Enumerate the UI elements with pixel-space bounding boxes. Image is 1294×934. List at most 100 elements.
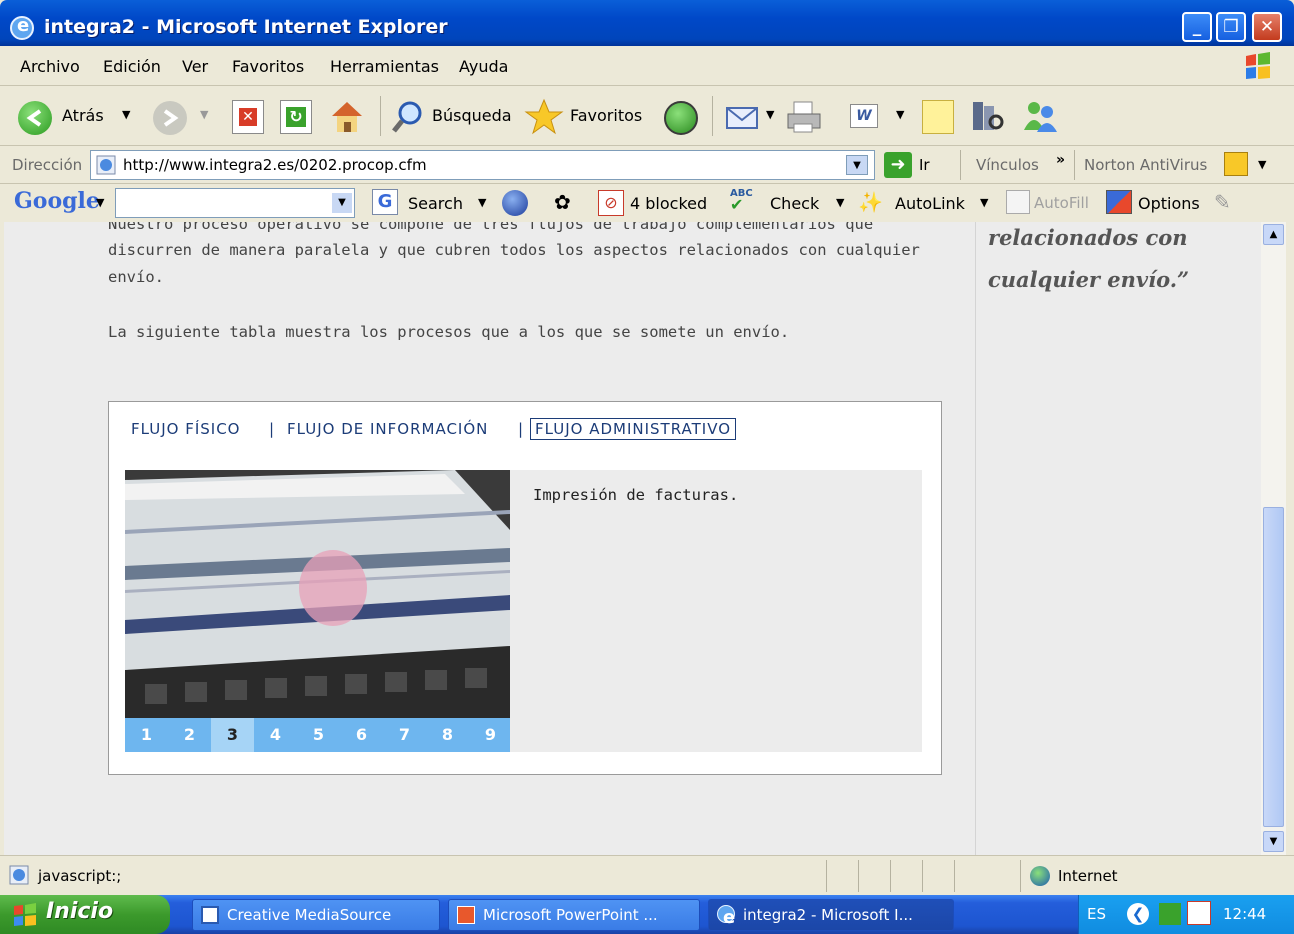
page-button-6[interactable]: 6 xyxy=(340,718,383,752)
tab-flujo-administrativo[interactable]: FLUJO ADMINISTRATIVO xyxy=(530,418,737,440)
page-button-3[interactable]: 3 xyxy=(211,718,254,752)
scroll-thumb[interactable] xyxy=(1263,507,1284,827)
google-logo[interactable]: Google xyxy=(14,188,100,214)
scroll-down-arrow-icon[interactable]: ▼ xyxy=(1263,831,1284,852)
refresh-icon[interactable]: ↻ xyxy=(280,100,312,134)
chevron-down-icon[interactable]: ▼ xyxy=(896,108,904,121)
page-button-4[interactable]: 4 xyxy=(254,718,297,752)
spellcheck-icon[interactable]: ABC ✔ xyxy=(730,188,758,216)
separator xyxy=(858,860,859,892)
google-search-button[interactable]: Search xyxy=(408,194,463,213)
chevron-down-icon[interactable]: ▼ xyxy=(200,108,208,121)
page-button-9[interactable]: 9 xyxy=(469,718,512,752)
menu-favoritos[interactable]: Favoritos xyxy=(232,57,304,76)
go-label[interactable]: Ir xyxy=(919,156,930,174)
forward-arrow-icon[interactable] xyxy=(153,101,187,135)
network-icon[interactable] xyxy=(1159,903,1181,925)
page-button-5[interactable]: 5 xyxy=(297,718,340,752)
page-content: Nuestro proceso operativo se compone de … xyxy=(4,222,1261,855)
page-icon xyxy=(95,154,117,176)
back-label[interactable]: Atrás xyxy=(62,106,104,125)
scroll-up-arrow-icon[interactable]: ▲ xyxy=(1263,224,1284,245)
norton-icon[interactable] xyxy=(1224,152,1248,176)
favorites-label[interactable]: Favoritos xyxy=(570,106,642,125)
pencil-icon[interactable]: ✎ xyxy=(1214,190,1231,214)
title-bar[interactable]: integra2 - Microsoft Internet Explorer _… xyxy=(0,0,1294,46)
separator xyxy=(826,860,827,892)
task-creative-mediasource[interactable]: Creative MediaSource xyxy=(192,899,440,931)
autolink-button[interactable]: AutoLink xyxy=(895,194,965,213)
menu-edicion[interactable]: Edición xyxy=(103,57,161,76)
messenger-icon[interactable] xyxy=(1020,98,1060,134)
minimize-button[interactable]: _ xyxy=(1182,12,1212,42)
options-icon[interactable] xyxy=(1106,190,1132,214)
antivirus-tray-icon[interactable] xyxy=(1187,901,1211,925)
page-button-2[interactable]: 2 xyxy=(168,718,211,752)
start-button[interactable]: Inicio xyxy=(0,895,170,934)
restore-button[interactable]: ❐ xyxy=(1216,12,1246,42)
autofill-icon xyxy=(1006,190,1030,214)
google-g-icon[interactable]: G xyxy=(372,189,398,215)
chevron-down-icon[interactable]: ▼ xyxy=(980,196,988,209)
word-edit-icon[interactable]: W xyxy=(850,104,878,128)
tab-flujo-informacion[interactable]: FLUJO DE INFORMACIÓN xyxy=(287,420,488,438)
check-button[interactable]: Check xyxy=(770,194,819,213)
print-icon[interactable] xyxy=(784,98,824,136)
url-text: http://www.integra2.es/0202.procop.cfm xyxy=(123,156,427,174)
popup-blocker-icon[interactable]: ⊘ xyxy=(598,190,624,216)
history-icon[interactable] xyxy=(664,101,698,135)
autolink-icon[interactable]: ✨ xyxy=(858,190,883,214)
favorites-star-icon[interactable] xyxy=(524,98,564,136)
address-input[interactable]: http://www.integra2.es/0202.procop.cfm ▼ xyxy=(90,150,875,180)
chevron-left-icon[interactable]: ❮ xyxy=(1127,903,1149,925)
menu-ayuda[interactable]: Ayuda xyxy=(459,57,508,76)
note-icon[interactable] xyxy=(922,100,954,134)
google-search-input[interactable]: ▼ xyxy=(115,188,355,218)
norton-label[interactable]: Norton AntiVirus xyxy=(1084,156,1207,174)
separator xyxy=(890,860,891,892)
chevron-down-icon[interactable]: ▼ xyxy=(1258,158,1266,171)
chevron-down-icon[interactable]: ▼ xyxy=(478,196,486,209)
autofill-button: AutoFill xyxy=(1034,194,1089,212)
search-label[interactable]: Búsqueda xyxy=(432,106,512,125)
separator xyxy=(380,96,381,136)
chevron-down-icon[interactable]: ▼ xyxy=(332,193,352,213)
menu-archivo[interactable]: Archivo xyxy=(20,57,80,76)
menu-ver[interactable]: Ver xyxy=(182,57,208,76)
mail-icon[interactable] xyxy=(724,100,764,134)
chevron-down-icon[interactable]: ▼ xyxy=(836,196,844,209)
chevron-down-icon[interactable]: ▼ xyxy=(96,196,104,209)
page-button-1[interactable]: 1 xyxy=(125,718,168,752)
page-button-7[interactable]: 7 xyxy=(383,718,426,752)
tab-flujo-fisico[interactable]: FLUJO FÍSICO xyxy=(131,420,241,438)
links-label[interactable]: Vínculos xyxy=(976,156,1039,174)
research-icon[interactable] xyxy=(970,98,1004,134)
go-arrow-icon[interactable]: ➜ xyxy=(884,152,912,178)
chevron-down-icon[interactable]: ▼ xyxy=(766,108,774,121)
pagerank-icon[interactable] xyxy=(502,190,528,216)
back-arrow-icon[interactable] xyxy=(18,101,52,135)
clock[interactable]: 12:44 xyxy=(1223,905,1266,923)
close-button[interactable]: ✕ xyxy=(1252,12,1282,42)
printer-photo xyxy=(125,470,510,718)
chevron-down-icon[interactable]: ▼ xyxy=(122,108,130,121)
chevron-double-right-icon[interactable]: » xyxy=(1056,152,1065,168)
search-icon[interactable] xyxy=(390,98,428,136)
menu-bar: Archivo Edición Ver Favoritos Herramient… xyxy=(0,46,1294,86)
stop-icon[interactable]: ✕ xyxy=(232,100,264,134)
language-indicator[interactable]: ES xyxy=(1087,905,1106,923)
chevron-down-icon[interactable]: ▼ xyxy=(846,155,868,175)
address-bar: Dirección http://www.integra2.es/0202.pr… xyxy=(0,146,1294,184)
page-button-8[interactable]: 8 xyxy=(426,718,469,752)
menu-herramientas[interactable]: Herramientas xyxy=(330,57,439,76)
standard-toolbar: Atrás ▼ ▼ ✕ ↻ Búsqueda Favoritos ▼ W ▼ xyxy=(0,86,1294,146)
task-integra2-ie[interactable]: integra2 - Microsoft I... xyxy=(708,899,954,931)
paragraph-line: Nuestro proceso operativo se compone de … xyxy=(108,222,874,233)
home-icon[interactable] xyxy=(328,98,366,136)
blocked-count[interactable]: 4 blocked xyxy=(630,194,707,213)
paragraph-intro-table: La siguiente tabla muestra los procesos … xyxy=(108,323,790,341)
task-powerpoint[interactable]: Microsoft PowerPoint ... xyxy=(448,899,700,931)
news-icon[interactable]: ✿ xyxy=(554,190,582,216)
options-button[interactable]: Options xyxy=(1138,194,1200,213)
vertical-scrollbar[interactable]: ▲ ▼ xyxy=(1261,222,1286,855)
